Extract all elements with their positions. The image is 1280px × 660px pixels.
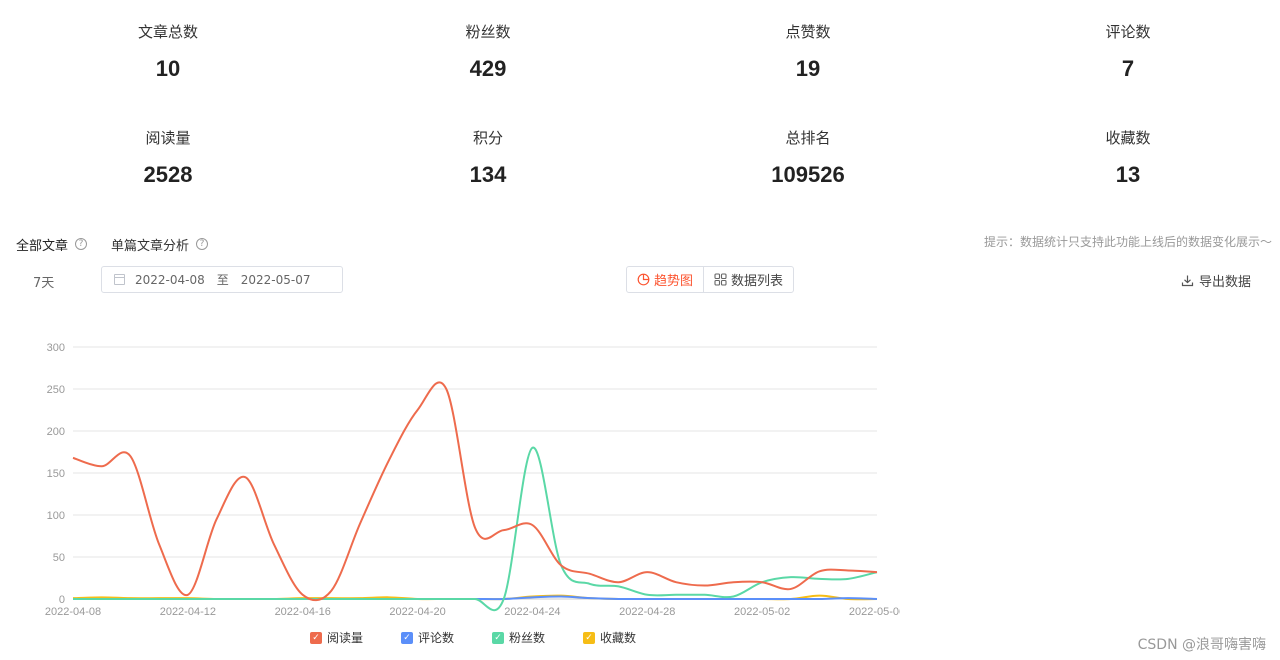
stat-favorites: 收藏数 13	[968, 128, 1280, 188]
stat-article-count: 文章总数 10	[8, 22, 328, 82]
stat-value: 7	[1121, 56, 1135, 81]
legend-item-comments[interactable]: ✓ 评论数	[401, 629, 454, 646]
tab-single-article[interactable]: 单篇文章分析 ?	[111, 235, 209, 254]
stat-label: 收藏数	[1105, 129, 1151, 147]
chart-legend: ✓ 阅读量 ✓ 评论数 ✓ 粉丝数 ✓ 收藏数	[310, 629, 674, 646]
y-tick-label: 0	[59, 594, 65, 606]
y-tick-label: 50	[53, 552, 65, 564]
help-icon[interactable]: ?	[75, 238, 88, 250]
trend-view-button[interactable]: 趋势图	[627, 267, 705, 292]
stat-label: 粉丝数	[465, 23, 511, 41]
x-tick-label: 2022-04-16	[275, 606, 331, 618]
stat-value: 109526	[771, 162, 845, 187]
stat-value: 10	[155, 56, 181, 81]
stat-label: 积分	[472, 129, 503, 147]
stat-value: 2528	[143, 162, 193, 187]
hint-text: 提示：数据统计只支持此功能上线后的数据变化展示～	[983, 235, 1272, 249]
legend-label: 收藏数	[600, 631, 637, 645]
stat-label: 评论数	[1105, 23, 1151, 41]
date-range-picker[interactable]: 2022-04-08 至 2022-05-07	[101, 266, 343, 293]
stat-fans: 粉丝数 429	[328, 22, 648, 82]
check-icon: ✓	[492, 631, 505, 644]
stat-label: 总排名	[785, 129, 831, 147]
download-icon	[1181, 275, 1194, 287]
series-line	[72, 381, 878, 602]
tab-all-articles[interactable]: 全部文章 ?	[16, 235, 88, 254]
stat-rank: 总排名 109526	[648, 128, 968, 188]
stat-likes: 点赞数 19	[648, 22, 968, 82]
calendar-icon	[114, 274, 125, 285]
help-icon[interactable]: ?	[196, 238, 209, 250]
stat-value: 13	[1115, 162, 1141, 187]
watermark: CSDN @浪哥嗨害嗨	[1137, 637, 1266, 653]
stat-label: 阅读量	[145, 129, 191, 147]
x-tick-label: 2022-04-28	[619, 606, 675, 618]
check-icon: ✓	[310, 631, 322, 644]
check-icon: ✓	[583, 631, 596, 644]
pie-chart-icon	[637, 273, 650, 286]
y-tick-label: 100	[47, 510, 65, 522]
x-tick-label: 2022-05-06	[849, 606, 900, 618]
trend-view-label: 趋势图	[654, 274, 694, 289]
y-tick-label: 200	[47, 426, 65, 438]
legend-item-fans[interactable]: ✓ 粉丝数	[492, 629, 545, 646]
tab-label: 单篇文章分析	[111, 238, 190, 254]
stat-points: 积分 134	[328, 128, 648, 188]
date-start: 2022-04-08	[135, 272, 205, 287]
check-icon: ✓	[401, 631, 414, 644]
list-view-label: 数据列表	[731, 274, 784, 289]
x-tick-label: 2022-04-08	[45, 606, 101, 618]
range-7-days[interactable]: 7天	[33, 272, 54, 291]
tab-label: 全部文章	[16, 238, 69, 254]
stat-label: 文章总数	[137, 23, 198, 41]
date-end: 2022-05-07	[240, 272, 311, 287]
list-view-button[interactable]: 数据列表	[704, 267, 793, 292]
stat-reads: 阅读量 2528	[8, 128, 328, 188]
x-tick-label: 2022-04-20	[389, 606, 445, 618]
legend-label: 粉丝数	[509, 631, 546, 645]
export-label: 导出数据	[1199, 275, 1252, 290]
x-tick-label: 2022-04-12	[160, 606, 216, 618]
stat-label: 点赞数	[785, 23, 831, 41]
stat-value: 429	[469, 56, 507, 81]
legend-label: 阅读量	[327, 631, 364, 645]
legend-item-reads[interactable]: ✓ 阅读量	[310, 629, 363, 646]
y-tick-label: 300	[47, 342, 65, 354]
date-separator: 至	[216, 273, 229, 287]
legend-label: 评论数	[418, 631, 455, 645]
y-tick-label: 250	[47, 384, 65, 396]
x-tick-label: 2022-05-02	[734, 606, 790, 618]
y-tick-label: 150	[47, 468, 65, 480]
article-tabs: 全部文章 ? 单篇文章分析 ?	[16, 234, 232, 254]
grid-icon	[714, 273, 727, 286]
trend-chart: 0 50 100 150 200 250 300 2022-04-08 2022-04-12 20…	[45, 342, 900, 618]
stat-value: 19	[795, 56, 821, 81]
stat-comments: 评论数 7	[968, 22, 1280, 82]
stat-value: 134	[469, 162, 507, 187]
view-toggle: 趋势图 数据列表	[626, 266, 795, 293]
legend-item-favorites[interactable]: ✓ 收藏数	[583, 629, 636, 646]
export-data-button[interactable]: 导出数据	[1181, 271, 1251, 290]
x-tick-label: 2022-04-24	[504, 606, 560, 618]
stats-panel: 文章总数 10 粉丝数 429 点赞数 19 评论数 7 阅读量 2528 积分…	[0, 0, 1280, 210]
